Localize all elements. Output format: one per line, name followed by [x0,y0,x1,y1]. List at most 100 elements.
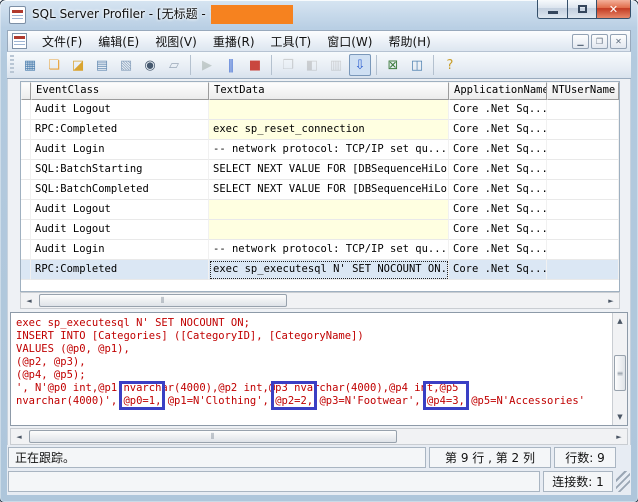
close-button[interactable]: ✕ [597,0,631,19]
performance-counters-icon[interactable]: ◫ [406,54,428,76]
mdi-minimize-button[interactable]: ▁ [572,33,589,49]
mdi-minimize-icon: ▁ [577,36,584,46]
trace-properties-icon[interactable]: ▦ [19,54,41,76]
grid-hscrollbar[interactable]: ◄ ⦀ ► [20,292,620,309]
toolbar-separator [433,55,434,75]
sql-text[interactable]: exec sp_executesql N' SET NOCOUNT ON; INS… [11,313,612,425]
minimize-button[interactable] [537,0,567,19]
param-annotation-box: @p4=3, [422,381,469,410]
param-annotation-box: @p2=2, [271,381,318,410]
mdi-restore-button[interactable]: ❐ [591,33,608,49]
open-trace-icon[interactable]: ◪ [67,54,89,76]
eraser-icon[interactable]: ▱ [163,54,185,76]
detail-vscroll-thumb[interactable]: ≡ [614,355,626,391]
param-annotation-box: @p0=1, [119,381,166,410]
trace-row[interactable]: Audit Logout Core .Net Sq... [21,200,619,220]
menu-replay[interactable]: 重播(R) [205,30,263,53]
trace-row[interactable]: Audit Logout Core .Net Sq... [21,100,619,120]
eventclass-cell: SQL:BatchCompleted [31,180,209,200]
status-row-count: 行数: 9 [554,447,616,468]
titlebar[interactable]: SQL Server Profiler - [无标题 - 1 ✕ [0,0,638,30]
grouped-view-icon: ◧ [305,57,319,73]
column-header-eventclass[interactable]: EventClass [31,82,209,100]
menu-edit[interactable]: 编辑(E) [90,30,147,53]
textdata-cell: SELECT NEXT VALUE FOR [DBSequenceHiLo] [209,160,449,180]
row-selector-cell [21,220,31,240]
help-icon[interactable]: ? [439,54,461,76]
trace-row[interactable]: RPC:Completed exec sp_reset_connection Cor… [21,120,619,140]
status-empty-panel [8,471,540,492]
toolbar: ▦ ❏ ◪ ▤ ▧ ◉ ▱ ▶ ‖ ■ ❐ ◧ ▥ ⇩ ⊠ ◫? [7,52,631,79]
trace-row[interactable]: RPC:Completed exec sp_executesql N' SET N… [21,260,619,280]
stop-trace-icon[interactable]: ■ [244,54,266,76]
mdi-document-icon[interactable] [12,33,27,49]
trace-row[interactable]: Audit Logout Core .Net Sq... [21,220,619,240]
menu-tools[interactable]: 工具(T) [263,30,320,53]
scroll-up-icon[interactable]: ▲ [613,314,627,328]
applicationname-cell: Core .Net Sq... [449,140,547,160]
trace-row[interactable]: Audit Login -- network protocol: TCP/IP s… [21,240,619,260]
minimize-icon [547,10,558,14]
scroll-right-icon[interactable]: ► [611,429,627,444]
save-trace-icon[interactable]: ▤ [91,54,113,76]
detail-hscrollbar[interactable]: ◄ ⦀ ► [10,428,628,445]
sql-line: (@p2, @p3), [16,356,86,368]
column-header-ntusername[interactable]: NTUserName [547,82,619,100]
detail-vscrollbar[interactable]: ▲ ≡ ▼ [612,313,627,425]
mdi-window-controls: ▁ ❐ ✕ [572,33,630,49]
eventclass-cell: SQL:BatchStarting [31,160,209,180]
textdata-panel: exec sp_executesql N' SET NOCOUNT ON; INS… [10,312,628,426]
column-header-applicationname[interactable]: ApplicationName [449,82,547,100]
toolbar-separator [376,55,377,75]
row-selector-cell [21,160,31,180]
sql-line: nvarchar(4000)', @p0=1, @p1=N'Clothing',… [16,381,612,410]
column-header-textdata[interactable]: TextData [209,82,449,100]
scroll-down-icon[interactable]: ▼ [613,410,627,424]
resize-grip[interactable] [616,471,630,492]
toolbar-gripper[interactable] [10,55,14,75]
textdata-cell: exec sp_reset_connection [209,120,449,140]
scroll-left-icon[interactable]: ◄ [21,293,37,308]
menu-view[interactable]: 视图(V) [147,30,205,53]
properties-icon[interactable]: ▧ [115,54,137,76]
eventclass-cell: Audit Login [31,240,209,260]
textdata-cell: exec sp_executesql N' SET NOCOUNT ON... [209,260,449,280]
auto-scroll-icon[interactable]: ⇩ [349,54,371,76]
status-cursor-position: 第 9 行 , 第 2 列 [429,447,551,468]
textdata-cell: SELECT NEXT VALUE FOR [DBSequenceHiLo] [209,180,449,200]
mdi-close-button[interactable]: ✕ [610,33,627,49]
client-area: EventClass TextData ApplicationName NTUserN… [7,79,631,445]
eventclass-cell: Audit Logout [31,100,209,120]
mdi-close-icon: ✕ [615,36,622,46]
applicationname-cell: Core .Net Sq... [449,240,547,260]
app-icon [9,6,26,24]
menu-window[interactable]: 窗口(W) [319,30,380,53]
trace-row[interactable]: Audit Login -- network protocol: TCP/IP s… [21,140,619,160]
menu-help[interactable]: 帮助(H) [380,30,438,53]
grid-header: EventClass TextData ApplicationName NTUserN… [21,82,619,100]
window-title: SQL Server Profiler - [无标题 - 1 [32,7,218,21]
scroll-left-icon[interactable]: ◄ [11,429,27,444]
detail-hscroll-thumb[interactable]: ⦀ [29,430,397,443]
trace-row[interactable]: SQL:BatchStarting SELECT NEXT VALUE FOR [… [21,160,619,180]
export-icon[interactable]: ⊠ [382,54,404,76]
menu-items: 文件(F) 编辑(E) 视图(V) 重播(R) 工具(T) 窗口(W) 帮助(H) [34,30,439,53]
applicationname-cell: Core .Net Sq... [449,120,547,140]
toolbar-separator [271,55,272,75]
pause-trace-icon[interactable]: ‖ [220,54,242,76]
scroll-right-icon[interactable]: ► [603,293,619,308]
grid-hscroll-thumb[interactable]: ⦀ [39,294,287,307]
find-icon[interactable]: ◉ [139,54,161,76]
organize-columns-icon: ❐ [282,57,294,73]
profiler-window: SQL Server Profiler - [无标题 - 1 ✕ 文件(F) 编辑… [0,0,638,502]
menu-file[interactable]: 文件(F) [34,30,90,53]
status-connection-count: 连接数: 1 [543,471,613,492]
window-controls: ✕ [537,0,631,19]
ntusername-cell [547,200,619,220]
new-trace-icon[interactable]: ❏ [43,54,65,76]
trace-row[interactable]: SQL:BatchCompleted SELECT NEXT VALUE FOR … [21,180,619,200]
sql-line: exec sp_executesql N' SET NOCOUNT ON; [16,317,250,329]
applicationname-cell: Core .Net Sq... [449,260,547,280]
maximize-button[interactable] [567,0,597,19]
start-trace-icon: ▶ [202,57,212,73]
